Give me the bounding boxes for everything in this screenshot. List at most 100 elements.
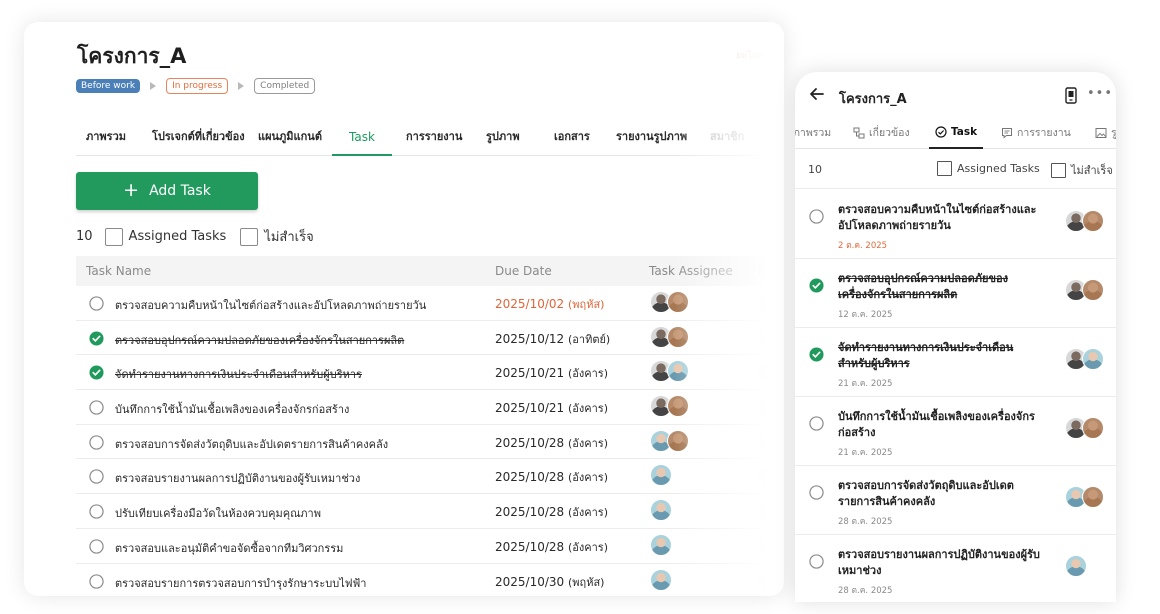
completed-check-icon[interactable] [89,331,104,346]
back-arrow-icon[interactable] [809,86,825,102]
task-name[interactable]: ปรับเทียบเครื่องมือวัดในห้องควบคุมคุณภาพ [115,504,321,522]
tab-members[interactable]: สมาชิก [710,120,744,156]
tab-gantt[interactable]: แผนภูมิแกนต์ [258,120,322,156]
incomplete-circle-icon[interactable] [89,539,104,554]
task-title[interactable]: ตรวจสอบรายงานผลการปฏิบัติงานของผู้รับ เหม… [838,547,1058,579]
incomplete-circle-icon[interactable] [809,416,824,431]
task-name[interactable]: จัดทำรายงานทางการเงินประจำเดือนสำหรับผู้… [115,365,362,383]
completed-check-icon[interactable] [809,347,824,362]
more-options-icon[interactable]: ••• [1087,86,1113,101]
mtab-photos[interactable]: รู [1095,124,1116,141]
table-row[interactable]: ปรับเทียบเครื่องมือวัดในห้องควบคุมคุณภาพ… [76,494,784,529]
incomplete-circle-icon[interactable] [809,554,824,569]
avatar[interactable] [1082,417,1104,439]
assigned-tasks-checkbox[interactable] [104,227,123,246]
avatar[interactable] [650,464,672,487]
avatar[interactable] [667,429,689,452]
table-header: Task Name Due Date Task Assignee Re [76,256,784,286]
tab-related-projects[interactable]: โปรเจกต์ที่เกี่ยวข้อง [152,120,245,156]
table-row[interactable]: บันทึกการใช้น้ำมันเชื้อเพลิงของเครื่องจั… [76,390,784,425]
task-title[interactable]: ตรวจสอบความคืบหน้าในไซต์ก่อสร้างและ อัปโห… [838,202,1058,234]
task-title-line: เหมาช่วง [838,564,882,577]
stage-completed[interactable]: Completed [254,78,316,94]
due-day: (อังคาร) [568,471,609,485]
task-name[interactable]: ตรวจสอบและอนุมัติคำขอจัดซื้อจากทีมวิศวกร… [115,539,343,557]
mtab-task[interactable]: Task [929,116,984,149]
mtab-overview[interactable]: ภาพรวม [795,124,831,141]
due-day: (อังคาร) [568,402,609,416]
list-item[interactable]: บันทึกการใช้น้ำมันเชื้อเพลิงของเครื่องจั… [795,397,1116,466]
col-due-date[interactable]: Due Date [495,264,552,278]
avatar[interactable] [650,499,672,522]
incomplete-checkbox[interactable] [240,227,259,246]
mobile-assigned-checkbox[interactable] [937,161,952,176]
list-item[interactable]: จัดทำรายงานทางการเงินประจำเดือน สำหรับผู้… [795,328,1116,397]
task-title[interactable]: บันทึกการใช้น้ำมันเชื้อเพลิงของเครื่องจั… [838,409,1058,441]
list-item[interactable]: ตรวจสอบรายงานผลการปฏิบัติงานของผู้รับ เหม… [795,535,1116,602]
completed-check-icon[interactable] [809,278,824,293]
table-row[interactable]: ตรวจสอบและอนุมัติคำขอจัดซื้อจากทีมวิศวกร… [76,529,784,564]
col-task-name[interactable]: Task Name [86,264,151,278]
avatar[interactable] [667,291,689,313]
tab-reports[interactable]: การรายงาน [406,120,462,156]
stage-in-progress[interactable]: In progress [166,78,229,94]
table-row[interactable]: ตรวจสอบการจัดส่งวัตถุดิบและอัปเดตรายการส… [76,425,784,460]
stage-before-work[interactable]: Before work [76,79,141,93]
incomplete-circle-icon[interactable] [89,296,104,311]
task-name[interactable]: ตรวจสอบความคืบหน้าในไซต์ก่อสร้างและอัปโห… [115,296,426,314]
col-task-assignee[interactable]: Task Assignee [649,264,733,278]
tab-documents[interactable]: เอกสาร [554,120,590,156]
mobile-task-list: ตรวจสอบความคืบหน้าในไซต์ก่อสร้างและ อัปโห… [795,190,1116,602]
mobile-incomplete-label: ไม่สำเร็จ [1071,164,1113,177]
table-row[interactable]: ตรวจสอบรายการตรวจสอบการบำรุงรักษาระบบไฟฟ… [76,564,784,597]
list-item[interactable]: ตรวจสอบอุปกรณ์ความปลอดภัยของ เครื่องจักรใ… [795,259,1116,328]
incomplete-circle-icon[interactable] [89,469,104,485]
tab-photos[interactable]: รูปภาพ [486,120,520,156]
list-item[interactable]: ตรวจสอบความคืบหน้าในไซต์ก่อสร้างและ อัปโห… [795,190,1116,259]
avatar[interactable] [667,325,689,348]
table-row[interactable]: ตรวจสอบความคืบหน้าในไซต์ก่อสร้างและอัปโห… [76,286,784,321]
mtab-reports[interactable]: การรายงาน [1001,124,1071,141]
task-name[interactable]: บันทึกการใช้น้ำมันเชื้อเพลิงของเครื่องจั… [115,400,349,418]
task-name[interactable]: ตรวจสอบอุปกรณ์ความปลอดภัยของเครื่องจักรใ… [115,331,404,349]
table-row[interactable]: จัดทำรายงานทางการเงินประจำเดือนสำหรับผู้… [76,355,784,391]
avatar[interactable] [1082,279,1104,301]
avatar[interactable] [1082,348,1104,370]
avatar[interactable] [667,360,689,383]
incomplete-circle-icon[interactable] [809,209,824,224]
task-title[interactable]: ตรวจสอบการจัดส่งวัตถุดิบและอัปเดต รายการส… [838,478,1058,510]
phone-icon[interactable] [1065,87,1077,104]
avatar[interactable] [650,533,672,556]
tab-overview[interactable]: ภาพรวม [86,120,126,156]
incomplete-circle-icon[interactable] [809,485,824,500]
table-row[interactable]: ตรวจสอบอุปกรณ์ความปลอดภัยของเครื่องจักรใ… [76,321,784,356]
task-title[interactable]: จัดทำรายงานทางการเงินประจำเดือน สำหรับผู้… [838,340,1058,372]
mobile-filters: 10 Assigned Tasks ไม่สำเร็จ [795,149,1116,189]
mtab-related[interactable]: เกี่ยวข้อง [853,124,910,141]
avatar[interactable] [667,395,689,418]
add-task-button[interactable]: + Add Task [76,172,258,210]
task-date: 28 ต.ค. 2025 [838,517,893,527]
tab-task[interactable]: Task [332,120,392,156]
tab-photo-reports[interactable]: รายงานรูปภาพ [616,120,687,156]
avatar[interactable] [1082,486,1104,508]
avatar[interactable] [1065,555,1087,577]
task-title[interactable]: ตรวจสอบอุปกรณ์ความปลอดภัยของ เครื่องจักรใ… [838,271,1058,303]
due-date: 2025/10/30 (พฤหัส) [495,573,604,591]
incomplete-circle-icon[interactable] [89,400,104,415]
incomplete-label: ไม่สำเร็จ [264,230,314,245]
incomplete-circle-icon[interactable] [89,504,104,519]
task-name[interactable]: ตรวจสอบรายการตรวจสอบการบำรุงรักษาระบบไฟฟ… [115,574,366,592]
avatar[interactable] [1082,210,1104,232]
table-row[interactable]: ตรวจสอบรายงานผลการปฏิบัติงานของผู้รับเหม… [76,459,784,495]
task-title-line: ตรวจสอบการจัดส่งวัตถุดิบและอัปเดต [838,479,1014,492]
due-date-value: 2025/10/21 [495,401,565,416]
incomplete-circle-icon[interactable] [89,573,104,589]
list-item[interactable]: ตรวจสอบการจัดส่งวัตถุดิบและอัปเดต รายการส… [795,466,1116,535]
task-name[interactable]: ตรวจสอบรายงานผลการปฏิบัติงานของผู้รับเหม… [115,469,360,487]
completed-check-icon[interactable] [89,365,104,380]
avatar[interactable] [650,568,672,591]
mobile-incomplete-checkbox[interactable] [1051,162,1066,178]
incomplete-circle-icon[interactable] [89,435,104,450]
task-name[interactable]: ตรวจสอบการจัดส่งวัตถุดิบและอัปเดตรายการส… [115,435,388,453]
